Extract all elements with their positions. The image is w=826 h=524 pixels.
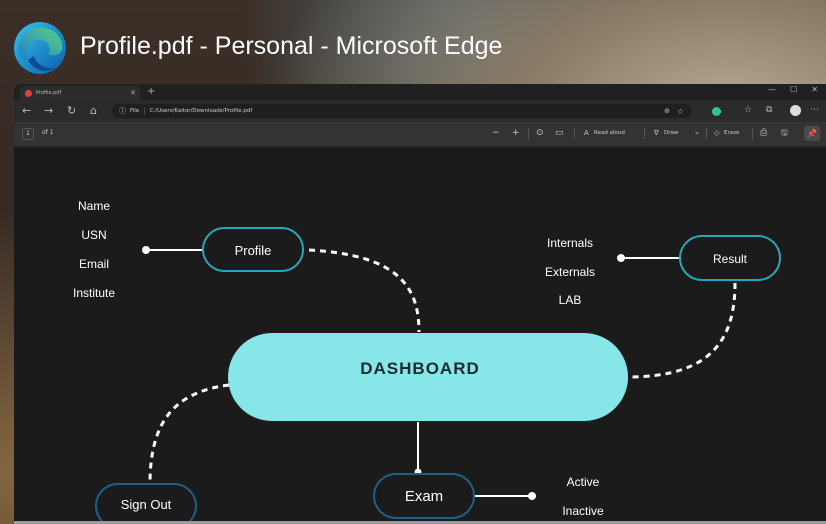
toolbar-divider [706,128,707,139]
back-button[interactable]: ← [22,104,31,117]
exam-node-label: Exam [405,488,443,505]
draw-button[interactable]: Draw [664,130,678,136]
read-aloud-icon[interactable]: A [584,129,589,137]
site-info-icon[interactable]: ⓘ [119,106,126,116]
sign-out-node-label: Sign Out [121,497,172,512]
edge-logo-icon [14,22,66,74]
read-aloud-button[interactable]: Read aloud [594,130,625,136]
toolbar-divider [574,128,575,139]
favorite-star-icon[interactable]: ☆ [677,107,684,116]
collections-icon[interactable]: ⧉ [766,105,772,116]
exam-item-inactive: Inactive [562,504,604,518]
page-view-icon[interactable]: ▭ [555,127,564,139]
result-item-externals: Externals [545,265,595,279]
url-separator: | [143,107,146,115]
maximize-button[interactable]: ☐ [790,85,797,94]
pdf-favicon-icon [25,89,32,97]
zoom-icon[interactable]: ⊕ [664,107,670,115]
erase-button[interactable]: Erase [724,130,739,136]
window-title-bar: Profile.pdf - Personal - Microsoft Edge [0,0,826,86]
signout-dashboard-link [148,383,230,485]
tab-profile-pdf[interactable]: Profile.pdf ✕ [20,86,140,100]
close-window-button[interactable]: ✕ [811,85,818,94]
print-icon[interactable]: ⎙ [760,127,767,139]
dashboard-flow-diagram: DASHBOARD Profile Result Exam Sign Out N… [73,199,781,524]
new-tab-button[interactable]: + [147,86,155,98]
profile-connector-dot [142,246,150,254]
erase-icon[interactable]: ◇ [714,129,719,137]
profile-dashboard-link [308,248,421,333]
pin-toolbar-icon[interactable]: 📌 [804,126,820,141]
address-field[interactable]: ⓘ File | C:/Users/Kaitor/Downloads/Profi… [112,104,692,118]
window-controls: — ☐ ✕ [768,85,818,94]
address-bar-row: ← → ↻ ⌂ ⓘ File | C:/Users/Kaitor/Downloa… [14,100,826,122]
result-node-label: Result [713,252,748,266]
refresh-button[interactable]: ↻ [67,104,76,117]
extension-icon[interactable] [712,107,721,116]
dashboard-label: DASHBOARD [360,359,480,378]
save-icon[interactable]: 🖫 [781,127,788,139]
url-text[interactable]: C:/Users/Kaitor/Downloads/Profile.pdf [150,108,253,114]
zoom-in-button[interactable]: + [512,127,520,139]
tab-title: Profile.pdf [36,90,62,96]
toolbar-divider [528,128,529,139]
result-item-internals: Internals [547,236,593,250]
tab-bar: Profile.pdf ✕ + — ☐ ✕ [14,84,826,100]
browser-window: Profile.pdf ✕ + — ☐ ✕ ← → ↻ ⌂ ⓘ File | C… [14,84,826,524]
exam-item-active: Active [567,475,600,489]
settings-menu-icon[interactable]: ⋯ [810,105,819,116]
toolbar-divider [644,128,645,139]
home-button[interactable]: ⌂ [90,104,97,117]
profile-item-institute: Institute [73,286,115,300]
result-connector-dot [617,254,625,262]
draw-icon[interactable]: ∇ [654,129,659,137]
pdf-document-page: DASHBOARD Profile Result Exam Sign Out N… [14,147,826,524]
profile-item-usn: USN [81,228,106,242]
profile-item-name: Name [78,199,110,213]
exam-items-connector-dot [528,492,536,500]
page-number-input[interactable]: 1 [22,128,34,140]
profile-item-email: Email [79,257,109,271]
tab-close-icon[interactable]: ✕ [130,89,136,97]
profile-avatar[interactable] [790,105,801,116]
forward-button[interactable]: → [44,104,53,117]
toolbar-divider [752,128,753,139]
zoom-out-button[interactable]: − [492,127,500,139]
pdf-toolbar: 1 of 1 − + ⊙ ▭ A Read aloud ∇ Draw ⌄ ◇ E… [14,122,826,147]
minimize-button[interactable]: — [768,85,776,94]
draw-dropdown-icon[interactable]: ⌄ [694,128,700,136]
result-dashboard-link [627,282,737,379]
page-count: of 1 [42,129,54,136]
result-item-lab: LAB [559,293,582,307]
profile-node-label: Profile [235,243,272,258]
fit-page-icon[interactable]: ⊙ [536,127,544,139]
favorites-icon[interactable]: ☆ [744,105,752,116]
url-scheme-label: File [130,108,140,114]
window-title: Profile.pdf - Personal - Microsoft Edge [80,32,503,60]
